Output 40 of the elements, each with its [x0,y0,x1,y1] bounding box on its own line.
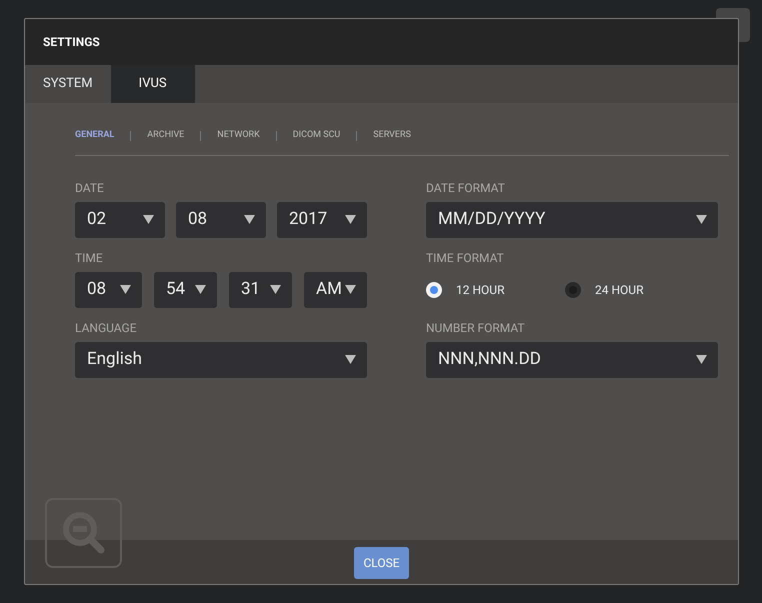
dropdown[interactable]: 02 [75,202,165,238]
zoom-out-button[interactable] [45,498,122,568]
zoom-out-icon [60,510,106,556]
caret-icon [270,285,281,294]
field-label: TIME FORMAT [426,250,505,264]
dropdown[interactable]: 2017 [277,202,367,238]
caret-icon [696,215,707,224]
field-label: DATE [75,180,105,194]
caret-icon [143,215,154,224]
radio-button[interactable] [565,282,581,298]
field-label: NUMBER FORMAT [426,320,526,334]
dropdown[interactable]: 08 [75,272,142,308]
sub-tab[interactable]: SERVERS [373,129,411,142]
field-label: TIME [75,250,104,264]
radio-label: 24 HOUR [595,282,644,298]
dropdown[interactable]: AM [304,272,367,308]
window-title: SETTINGS [43,34,100,51]
dropdown[interactable]: English [75,342,367,378]
dropdown[interactable]: MM/DD/YYYY [426,202,718,238]
caret-icon [345,215,356,224]
dropdown[interactable]: 31 [229,272,292,308]
caret-icon [120,285,131,294]
radio-button[interactable] [426,282,442,298]
sub-tab[interactable]: DICOM SCU [292,129,340,142]
tab[interactable]: SYSTEM [25,65,111,103]
sub-tab[interactable]: GENERAL [75,129,114,142]
caret-icon [244,215,255,224]
field-label: DATE FORMAT [426,180,506,194]
dropdown[interactable]: 54 [154,272,217,308]
sub-tab[interactable]: ARCHIVE [147,129,184,142]
radio-label: 12 HOUR [456,282,504,298]
dropdown[interactable]: NNN,NNN.DD [426,342,718,378]
caret-icon [195,285,206,294]
field-label: LANGUAGE [75,320,138,334]
sub-tab[interactable]: NETWORK [217,129,260,142]
caret-icon [696,355,707,364]
tab[interactable]: IVUS [110,65,195,103]
caret-icon [345,285,356,294]
caret-icon [345,355,356,364]
dropdown[interactable]: 08 [176,202,266,238]
